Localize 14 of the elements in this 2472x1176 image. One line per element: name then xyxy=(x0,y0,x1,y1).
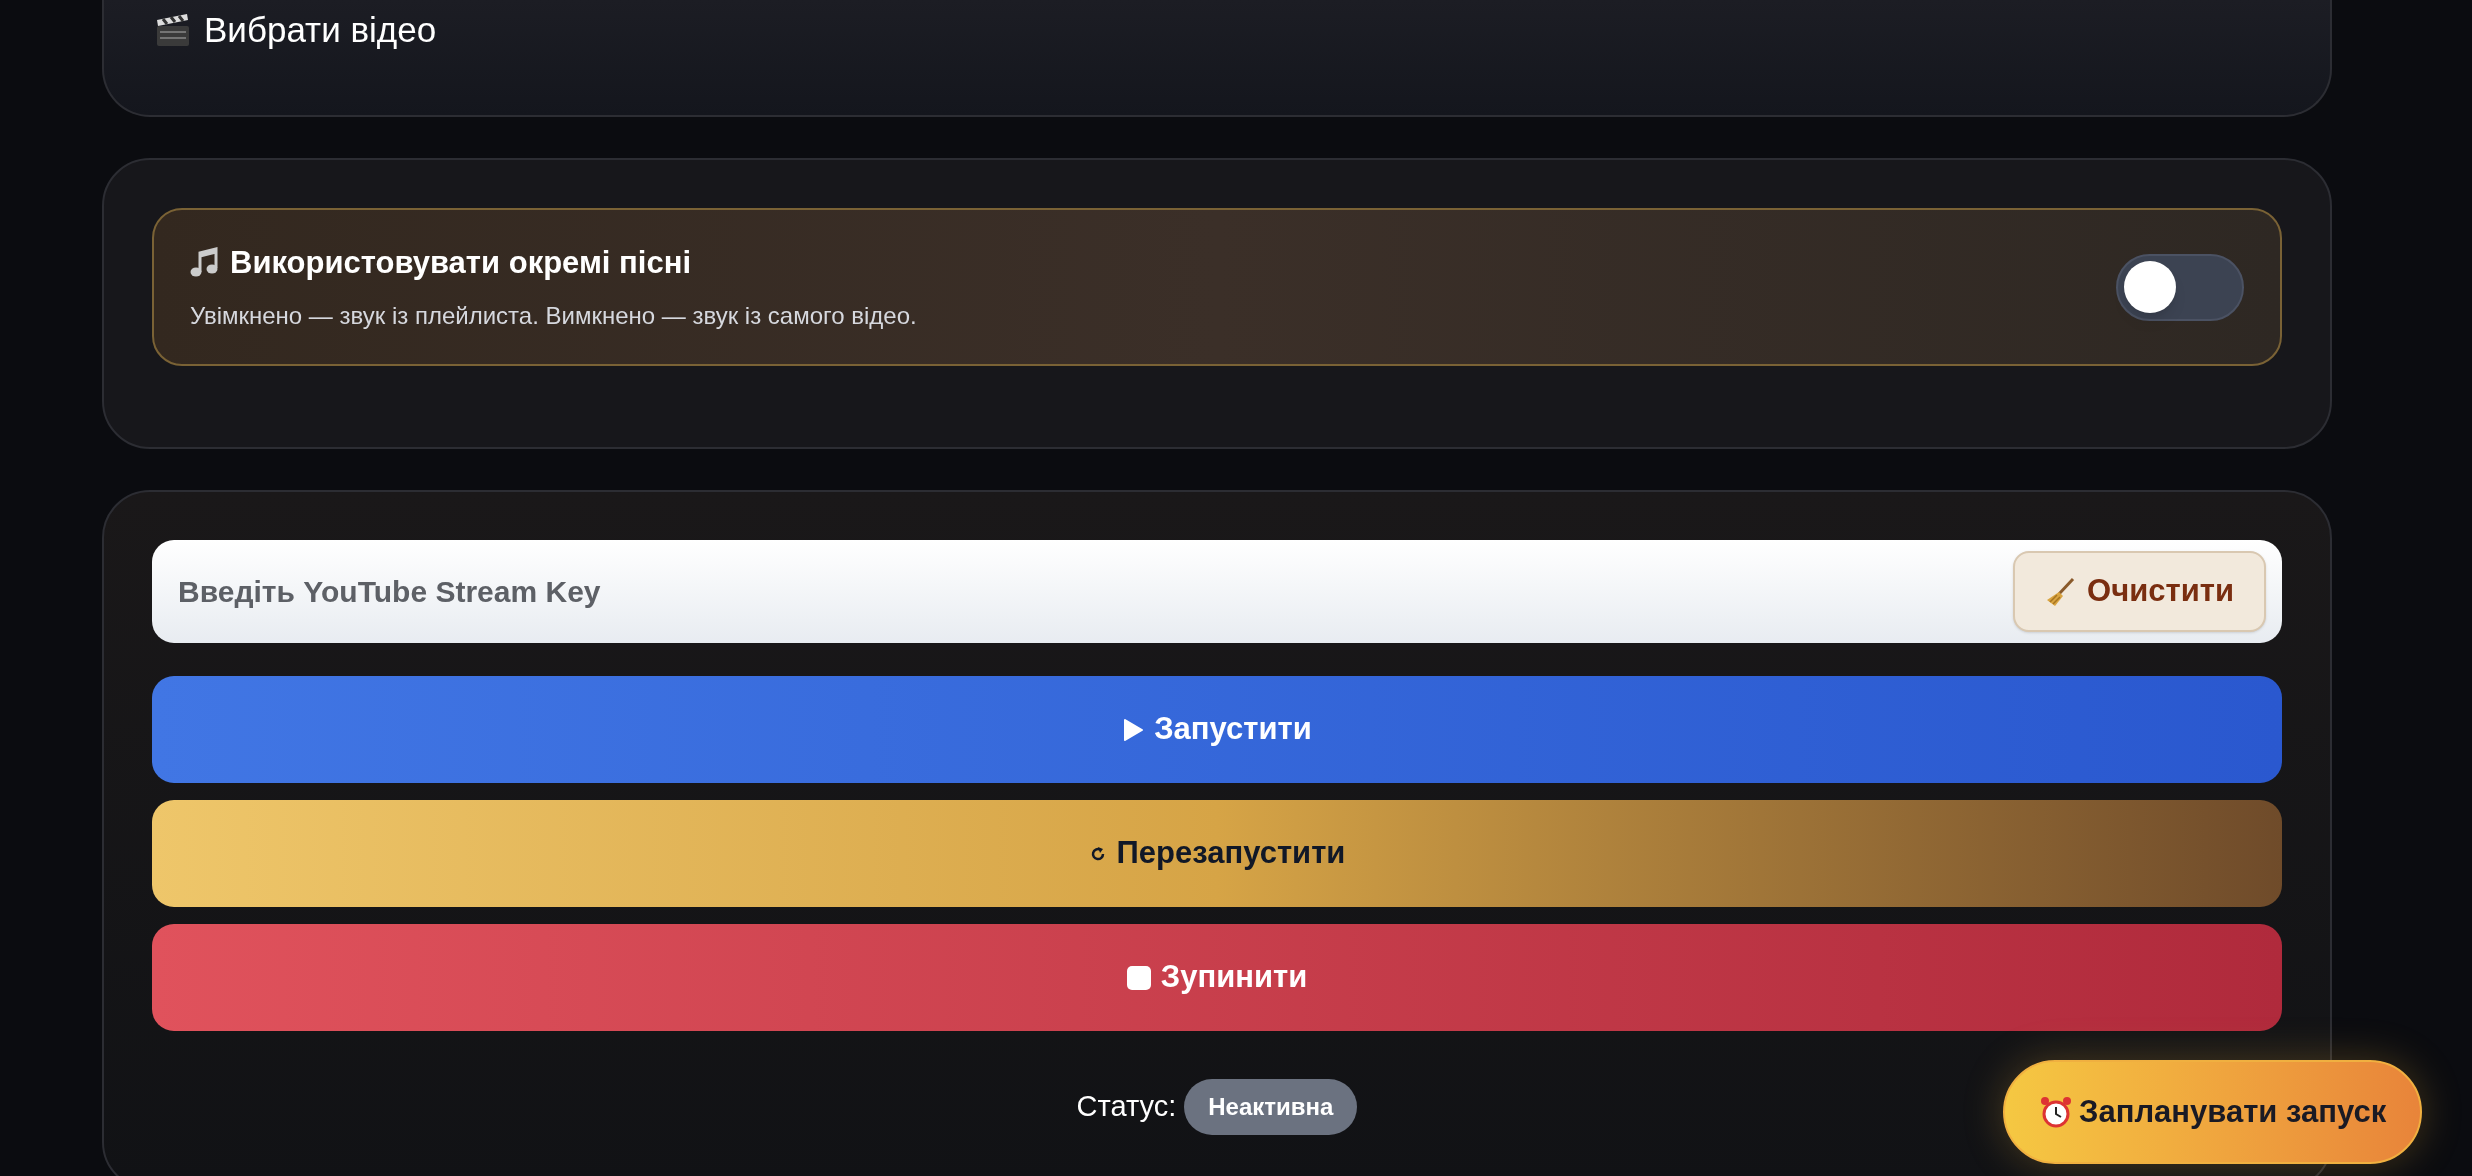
status-badge: Неактивна xyxy=(1184,1079,1358,1135)
stop-button[interactable]: Зупинити xyxy=(152,924,2282,1031)
toggle-description: Увімкнено — звук із плейлиста. Вимкнено — звук із самого відео. xyxy=(190,301,917,332)
alarm-clock-icon xyxy=(2039,1095,2073,1129)
card-title[interactable]: Вибрати відео xyxy=(204,4,437,57)
clear-button[interactable]: Очистити xyxy=(2013,551,2266,632)
start-button[interactable]: Запустити xyxy=(152,676,2282,783)
play-icon xyxy=(1122,717,1145,742)
status-label: Статус: xyxy=(1076,1089,1177,1125)
schedule-button[interactable]: Запланувати запуск xyxy=(2003,1060,2423,1164)
restart-button[interactable]: Перезапустити xyxy=(152,800,2282,907)
music-note-icon xyxy=(190,247,220,279)
stop-icon xyxy=(1126,965,1151,990)
toggle-title: Використовувати окремі пісні xyxy=(230,243,691,282)
